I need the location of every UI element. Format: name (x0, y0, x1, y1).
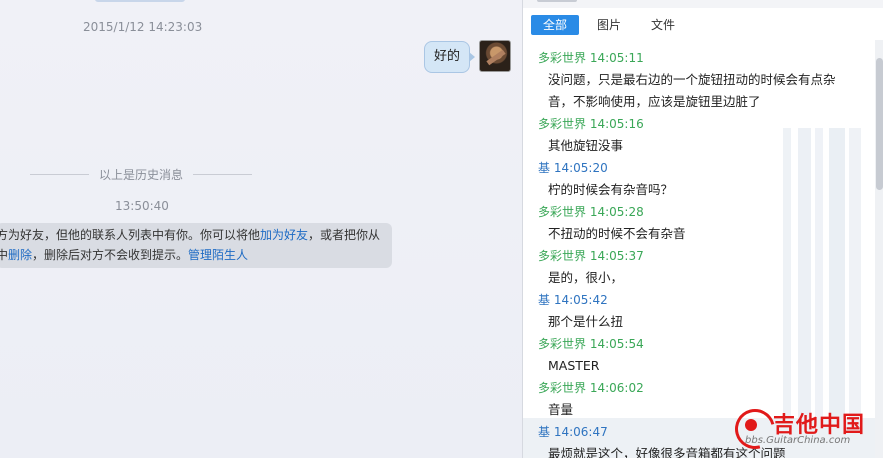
tab-images[interactable]: 图片 (585, 15, 633, 35)
timestamp: 2015/1/12 14:23:03 (83, 20, 203, 34)
message-text: 没问题，只是最右边的一个旋钮扭动的时候会有点杂 (548, 72, 836, 87)
message-sender: 多彩世界 14:05:54 (538, 333, 858, 355)
message-text: 其他旋钮没事 (548, 138, 624, 153)
history-message: 多彩世界 14:05:37 是的，很小， (538, 245, 858, 288)
sender-name: 基 (538, 425, 551, 439)
notice-text: ，或者把你从 (308, 228, 381, 242)
scrollbar[interactable] (875, 40, 883, 458)
notice-line: 方为好友，但他的联系人列表中有你。你可以将他加为好友，或者把你从 (0, 225, 392, 245)
message-time: 14:05:42 (553, 293, 608, 307)
history-message: 多彩世界 14:05:16 其他旋钮没事 (538, 113, 858, 156)
message-time: 14:06:47 (553, 425, 608, 439)
delete-link[interactable]: 删除 (8, 248, 32, 262)
history-message-list: 多彩世界 14:05:11 没问题，只是最右边的一个旋钮扭动的时候会有点杂 音，不影… (538, 47, 858, 458)
message-time: 14:05:20 (553, 161, 608, 175)
sender-name: 基 (538, 161, 551, 175)
history-message: 多彩世界 14:05:11 没问题，只是最右边的一个旋钮扭动的时候会有点杂 音，不影… (538, 47, 858, 112)
divider-line (193, 173, 253, 175)
message-sender: 多彩世界 14:05:28 (538, 201, 858, 223)
message-text: 是的，很小， (548, 270, 624, 285)
message-time: 14:05:16 (589, 117, 644, 131)
message-sender: 多彩世界 14:06:02 (538, 377, 858, 399)
message-time: 14:05:11 (589, 51, 644, 65)
system-notice: 方为好友，但他的联系人列表中有你。你可以将他加为好友，或者把你从 中删除，删除后… (0, 223, 392, 268)
message-sender: 多彩世界 14:05:16 (538, 113, 858, 135)
notice-line: 中删除，删除后对方不会收到提示。管理陌生人 (0, 245, 392, 265)
sender-name: 基 (538, 293, 551, 307)
message-text: MASTER (548, 358, 600, 373)
truncated-element (537, 0, 577, 2)
tab-files[interactable]: 文件 (639, 15, 687, 35)
history-message: 基 14:05:42 那个是什么扭 (538, 289, 858, 332)
watermark-logo: 吉他中国 bbs.GuitarChina.com (727, 401, 881, 457)
message-sender: 多彩世界 14:05:11 (538, 47, 858, 69)
message-time: 14:05:37 (589, 249, 644, 263)
notice-text: 中 (0, 248, 9, 262)
sender-name: 多彩世界 (538, 381, 587, 395)
history-tabs: 全部 图片 文件 (531, 15, 687, 35)
history-message: 基 14:05:20 柠的时候会有杂音吗？ (538, 157, 858, 200)
history-divider-label: 以上是历史消息 (99, 167, 184, 182)
message-text: 柠的时候会有杂音吗？ (548, 182, 674, 197)
sender-name: 多彩世界 (538, 205, 587, 219)
sent-message-bubble[interactable]: 好的 (424, 41, 476, 73)
message-text: 音，不影响使用，应该是旋钮里边脏了 (548, 94, 761, 109)
scrollbar-thumb[interactable] (876, 58, 883, 190)
timestamp: 13:50:40 (115, 199, 169, 213)
pane-header-strip (523, 0, 883, 8)
tab-all[interactable]: 全部 (531, 15, 580, 35)
sender-name: 多彩世界 (538, 51, 587, 65)
manage-strangers-link[interactable]: 管理陌生人 (188, 248, 248, 262)
message-text: 那个是什么扭 (548, 314, 624, 329)
avatar[interactable] (479, 40, 511, 72)
message-sender: 基 14:05:42 (538, 289, 858, 311)
notice-text: ，删除后对方不会收到提示。 (32, 248, 189, 262)
message-time: 14:05:54 (589, 337, 644, 351)
add-friend-link[interactable]: 加为好友 (260, 228, 308, 242)
message-text: 不扭动的时候不会有杂音 (548, 226, 686, 241)
sender-name: 多彩世界 (538, 117, 587, 131)
message-time: 14:06:02 (589, 381, 644, 395)
message-sender: 多彩世界 14:05:37 (538, 245, 858, 267)
history-message: 多彩世界 14:05:28 不扭动的时候不会有杂音 (538, 201, 858, 244)
history-divider: 以上是历史消息 (30, 166, 253, 182)
chat-pane: 2015/1/12 14:23:03 好的 以上是历史消息 13:50:40 方… (0, 0, 522, 458)
history-message: 多彩世界 14:05:54 MASTER (538, 333, 858, 376)
message-sender: 基 14:05:20 (538, 157, 858, 179)
sender-name: 多彩世界 (538, 249, 587, 263)
logo-dot (745, 419, 757, 431)
sender-name: 多彩世界 (538, 337, 587, 351)
message-time: 14:05:28 (589, 205, 644, 219)
notice-text: 方为好友，但他的联系人列表中有你。你可以将他 (0, 228, 261, 242)
watermark-url: bbs.GuitarChina.com (745, 435, 851, 446)
truncated-element (95, 0, 185, 2)
divider-line (30, 173, 89, 175)
history-pane: 全部 图片 文件 多彩世界 14:05:11 没问题，只是最右边的一个旋钮扭动的时… (522, 0, 883, 458)
